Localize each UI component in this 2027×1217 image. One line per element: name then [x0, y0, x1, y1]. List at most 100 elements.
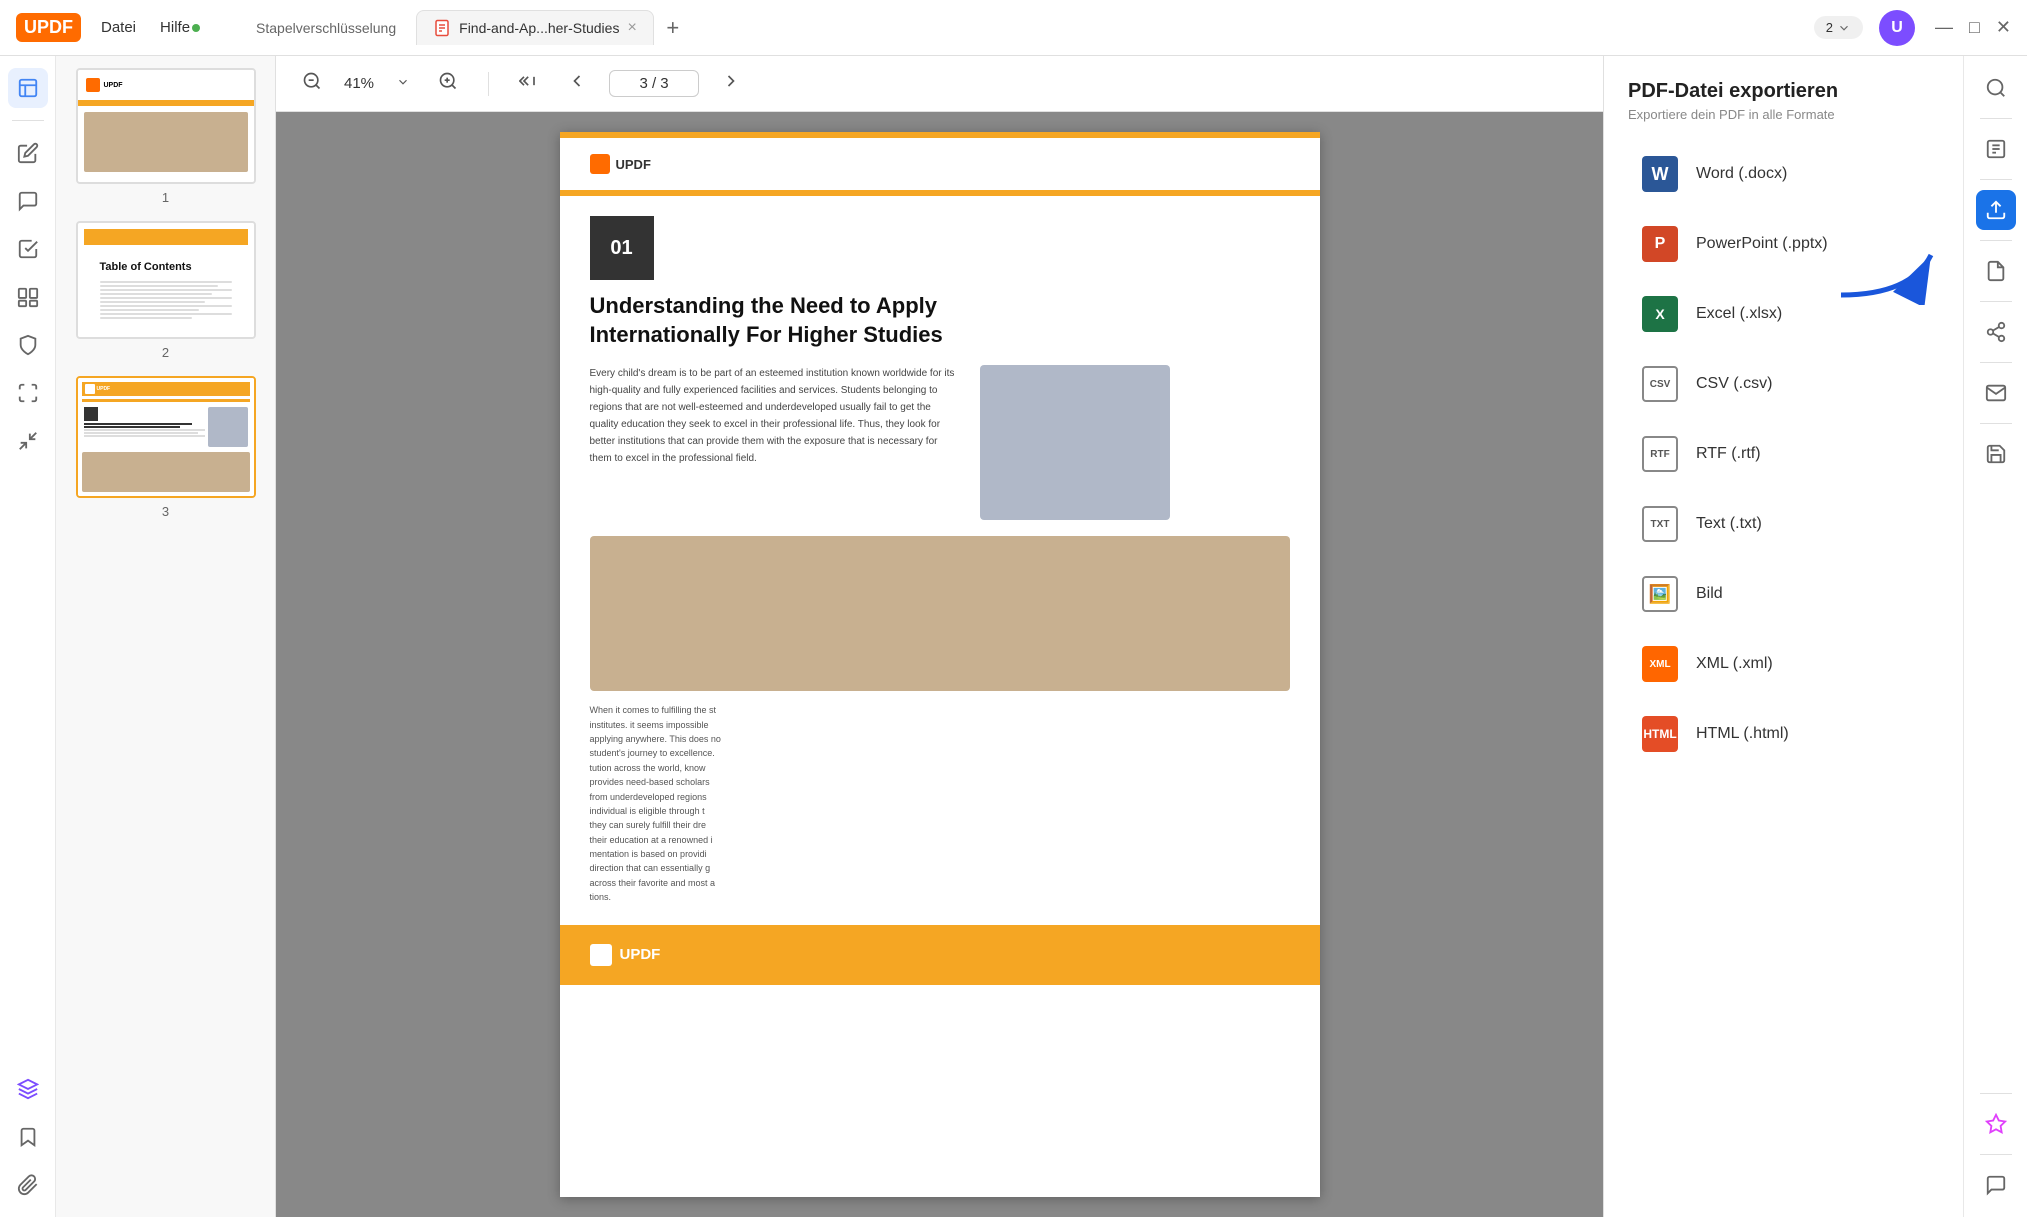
export-option-xml[interactable]: XML XML (.xml)	[1616, 630, 1951, 698]
sidebar-icon-edit[interactable]	[8, 133, 48, 173]
tab-add-button[interactable]: +	[658, 13, 688, 43]
maximize-button[interactable]: □	[1969, 17, 1980, 38]
thumb2-toc: Table of Contents	[84, 249, 248, 331]
prev-page-button[interactable]	[561, 65, 593, 102]
tab-batch-label: Stapelverschlüsselung	[256, 20, 396, 36]
toc-line	[100, 281, 232, 283]
sidebar-icon-forms[interactable]	[8, 229, 48, 269]
tab-active[interactable]: Find-and-Ap...her-Studies ×	[416, 10, 654, 45]
menu-datei[interactable]: Datei	[101, 19, 136, 36]
export-option-img[interactable]: 🖼️ Bild	[1616, 560, 1951, 628]
pdf-content-area: UPDF 01 Understanding the Need to Apply …	[276, 112, 1603, 1217]
organize-icon	[17, 286, 39, 308]
prev-page-icon	[567, 71, 587, 91]
rsidebar-search-button[interactable]	[1976, 68, 2016, 108]
xml-icon-shape: XML	[1642, 646, 1678, 682]
thumbnail-panel: UPDF 1 Table of Contents	[56, 56, 276, 1217]
thumb-frame-1[interactable]: UPDF	[76, 68, 256, 184]
sidebar-icon-layers[interactable]	[8, 1069, 48, 1109]
zoom-in-button[interactable]	[432, 65, 464, 102]
thumb3-bar	[82, 399, 250, 402]
page-side-text-left: When it comes to fulfilling the st insti…	[590, 703, 1290, 904]
rsidebar-divider-2	[1980, 179, 2012, 180]
page-body-image	[980, 365, 1170, 520]
rsidebar-save-button[interactable]	[1976, 434, 2016, 474]
zoom-dropdown-button[interactable]	[390, 67, 416, 100]
titlebar: UPDF Datei Hilfe Stapelverschlüsselung F…	[0, 0, 2027, 56]
search-icon	[1985, 77, 2007, 99]
thumb3-title-line	[84, 426, 181, 428]
menu-bar: Datei Hilfe	[101, 19, 200, 36]
first-page-icon	[519, 71, 539, 91]
page-number-input[interactable]	[609, 70, 699, 97]
rsidebar-page-button[interactable]	[1976, 251, 2016, 291]
plus-icon	[438, 71, 458, 91]
word-icon-shape: W	[1642, 156, 1678, 192]
sidebar-icon-reader[interactable]	[8, 68, 48, 108]
sidebar-icon-paperclip[interactable]	[8, 1165, 48, 1205]
xml-icon: XML	[1640, 644, 1680, 684]
txt-icon: TXT	[1640, 504, 1680, 544]
export-option-ppt[interactable]: P PowerPoint (.pptx)	[1616, 210, 1951, 278]
rsidebar-chat-button[interactable]	[1976, 1165, 2016, 1205]
mail-icon	[1985, 382, 2007, 404]
sidebar-icon-bookmark[interactable]	[8, 1117, 48, 1157]
share-icon	[1985, 321, 2007, 343]
minimize-button[interactable]: —	[1935, 17, 1953, 38]
toc-line	[100, 285, 219, 287]
page-main-content: 01 Understanding the Need to Apply Inter…	[560, 196, 1320, 905]
sidebar-icon-annotate[interactable]	[8, 181, 48, 221]
rsidebar-mail-button[interactable]	[1976, 373, 2016, 413]
thumb3-header: UPDF	[82, 382, 250, 396]
zoom-out-button[interactable]	[296, 65, 328, 102]
sidebar-icon-compress[interactable]	[8, 421, 48, 461]
rsidebar-export-button[interactable]	[1976, 190, 2016, 230]
toc-line	[100, 309, 199, 311]
rsidebar-divider-3	[1980, 240, 2012, 241]
rsidebar-share-button[interactable]	[1976, 312, 2016, 352]
thumb-frame-2[interactable]: Table of Contents	[76, 221, 256, 339]
export-option-txt[interactable]: TXT Text (.txt)	[1616, 490, 1951, 558]
thumbnail-3[interactable]: UPDF	[68, 376, 263, 519]
export-option-rtf[interactable]: RTF RTF (.rtf)	[1616, 420, 1951, 488]
user-avatar[interactable]: U	[1879, 10, 1915, 46]
rtf-icon-shape: RTF	[1642, 436, 1678, 472]
main-layout: UPDF 1 Table of Contents	[0, 56, 2027, 1217]
rsidebar-ai-button[interactable]	[1976, 1104, 2016, 1144]
txt-icon-shape: TXT	[1642, 506, 1678, 542]
thumb3-img2	[82, 452, 250, 492]
tab-batch[interactable]: Stapelverschlüsselung	[240, 12, 412, 44]
menu-hilfe[interactable]: Hilfe	[160, 19, 200, 36]
export-icon	[1985, 199, 2007, 221]
pdf-toolbar: 41%	[276, 56, 1603, 112]
thumbnail-1[interactable]: UPDF 1	[68, 68, 263, 205]
rsidebar-divider-1	[1980, 118, 2012, 119]
close-button[interactable]: ✕	[1996, 17, 2011, 38]
thumb1-header: UPDF	[78, 70, 254, 100]
thumb3-title-line	[84, 423, 193, 425]
toolbar-divider	[488, 72, 489, 96]
thumb1-logo	[86, 78, 100, 92]
rsidebar-ocr-button[interactable]	[1976, 129, 2016, 169]
toc-line	[100, 313, 232, 315]
export-option-csv[interactable]: CSV CSV (.csv)	[1616, 350, 1951, 418]
sidebar-icon-protect[interactable]	[8, 325, 48, 365]
export-option-excel[interactable]: X Excel (.xlsx)	[1616, 280, 1951, 348]
next-page-button[interactable]	[715, 65, 747, 102]
pdf-viewer: 41%	[276, 56, 1603, 1217]
toc-lines	[100, 281, 232, 319]
export-option-html[interactable]: HTML HTML (.html)	[1616, 700, 1951, 768]
thumbnail-2[interactable]: Table of Contents	[68, 221, 263, 360]
thumb1-img	[84, 112, 248, 172]
rsidebar-divider-7	[1980, 1093, 2012, 1094]
sidebar-icon-organize[interactable]	[8, 277, 48, 317]
export-option-word[interactable]: W Word (.docx)	[1616, 140, 1951, 208]
tab-close-button[interactable]: ×	[627, 19, 636, 37]
sidebar-icon-convert[interactable]	[8, 373, 48, 413]
section-badge: 01	[590, 216, 654, 280]
first-page-button[interactable]	[513, 65, 545, 102]
thumb3-logo	[85, 384, 95, 394]
page-logo-icon	[590, 154, 610, 174]
next-page-icon	[721, 71, 741, 91]
thumb-frame-3[interactable]: UPDF	[76, 376, 256, 498]
